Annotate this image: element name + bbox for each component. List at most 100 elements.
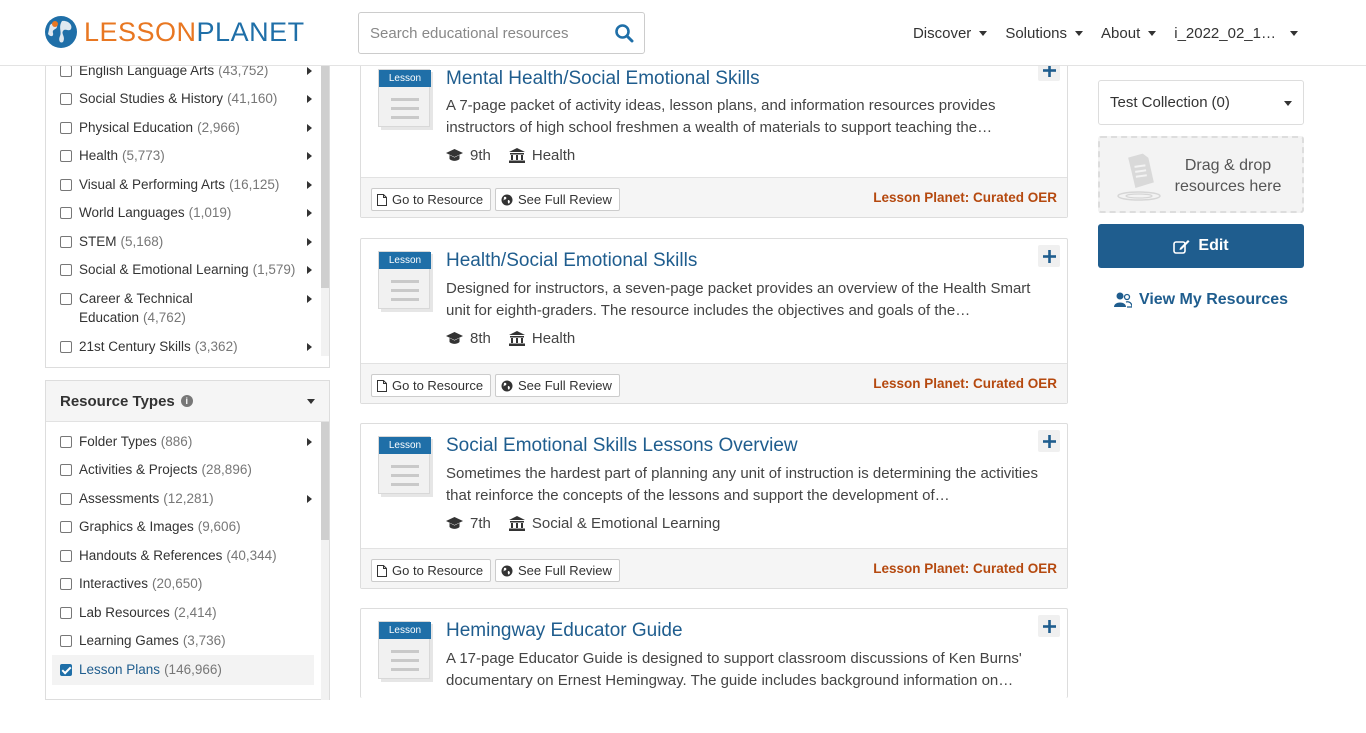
caret-right-icon[interactable]: [307, 181, 312, 189]
go-to-resource-button[interactable]: Go to Resource: [371, 188, 492, 211]
nav-user-menu[interactable]: i_2022_02_1…: [1174, 25, 1298, 42]
checkbox[interactable]: [60, 150, 72, 162]
search-input[interactable]: [359, 13, 604, 53]
resource-type-item[interactable]: Learning Games (3,736): [60, 633, 312, 648]
caret-right-icon[interactable]: [307, 343, 312, 351]
caret-right-icon[interactable]: [307, 438, 312, 446]
see-full-review-button[interactable]: See Full Review: [495, 188, 620, 211]
collection-selector[interactable]: Test Collection (0): [1098, 80, 1304, 125]
main-nav: Discover Solutions About i_2022_02_1…: [895, 0, 1298, 66]
add-to-collection-button[interactable]: [1038, 245, 1060, 267]
resource-types-header[interactable]: Resource Types i: [46, 381, 329, 422]
go-to-resource-button[interactable]: Go to Resource: [371, 559, 492, 582]
resource-type-item[interactable]: Folder Types (886): [60, 434, 312, 449]
checkbox[interactable]: [60, 578, 72, 590]
subject-scrollbar[interactable]: [321, 56, 329, 356]
resource-thumbnail[interactable]: Lesson: [378, 621, 431, 679]
add-to-collection-button[interactable]: [1038, 615, 1060, 637]
resource-title[interactable]: Hemingway Educator Guide: [446, 620, 683, 642]
caret-right-icon[interactable]: [307, 152, 312, 160]
checkbox[interactable]: [60, 179, 72, 191]
subject-meta: Social & Emotional Learning: [508, 515, 720, 532]
subject-item[interactable]: 21st Century Skills (3,362): [60, 339, 312, 354]
lesson-planet-logo[interactable]: LESSONPLANET: [44, 14, 305, 50]
checkbox[interactable]: [60, 65, 72, 77]
checkbox[interactable]: [60, 464, 72, 476]
checkbox[interactable]: [60, 493, 72, 505]
view-my-resources-link[interactable]: View My Resources: [1098, 291, 1304, 309]
drop-zone[interactable]: Drag & drop resources here: [1098, 136, 1304, 213]
add-to-collection-button[interactable]: [1038, 430, 1060, 452]
resource-types-scrollbar[interactable]: [321, 422, 329, 700]
resource-type-item[interactable]: Interactives (20,650): [60, 576, 312, 591]
info-icon[interactable]: i: [180, 395, 193, 407]
checkbox[interactable]: [60, 122, 72, 134]
resource-type-item[interactable]: Handouts & References (40,344): [60, 548, 312, 563]
checkbox[interactable]: [60, 341, 72, 353]
document-icon: Lesson: [378, 251, 431, 309]
subject-item[interactable]: Physical Education (2,966): [60, 120, 312, 135]
curated-oer-label[interactable]: Lesson Planet: Curated OER: [873, 376, 1057, 391]
subject-item[interactable]: STEM (5,168): [60, 234, 312, 249]
resource-type-item[interactable]: Graphics & Images (9,606): [60, 519, 312, 534]
checkbox[interactable]: [60, 550, 72, 562]
go-to-resource-button[interactable]: Go to Resource: [371, 374, 492, 397]
caret-right-icon[interactable]: [307, 95, 312, 103]
card-footer: Go to Resource See Full Review Lesson Pl…: [361, 363, 1067, 403]
caret-right-icon[interactable]: [307, 295, 312, 303]
resource-type-item-selected[interactable]: Lesson Plans (146,966): [52, 655, 314, 685]
curated-oer-label[interactable]: Lesson Planet: Curated OER: [873, 190, 1057, 205]
checkbox[interactable]: [60, 264, 72, 276]
checkbox[interactable]: [60, 207, 72, 219]
see-full-review-label: See Full Review: [518, 378, 612, 393]
resource-thumbnail[interactable]: Lesson: [378, 436, 431, 494]
checkbox[interactable]: [60, 236, 72, 248]
caret-right-icon[interactable]: [307, 266, 312, 274]
resource-title[interactable]: Social Emotional Skills Lessons Overview: [446, 435, 798, 457]
curated-oer-label[interactable]: Lesson Planet: Curated OER: [873, 561, 1057, 576]
resource-title[interactable]: Mental Health/Social Emotional Skills: [446, 68, 760, 90]
caret-right-icon[interactable]: [307, 495, 312, 503]
subject-item[interactable]: Visual & Performing Arts (16,125): [60, 177, 312, 192]
checkbox[interactable]: [60, 521, 72, 533]
subject-count: (3,362): [194, 339, 238, 354]
nav-about[interactable]: About: [1101, 25, 1157, 42]
resource-title[interactable]: Health/Social Emotional Skills: [446, 250, 697, 272]
checkbox[interactable]: [60, 293, 72, 305]
checkbox[interactable]: [60, 436, 72, 448]
subject-item[interactable]: Social & Emotional Learning (1,579): [60, 262, 312, 277]
subject-scrollbar-thumb[interactable]: [321, 56, 329, 288]
search-button[interactable]: [604, 13, 644, 53]
resource-thumbnail[interactable]: Lesson: [378, 251, 431, 309]
edit-collection-button[interactable]: Edit: [1098, 224, 1304, 268]
subject-item[interactable]: World Languages (1,019): [60, 205, 312, 220]
caret-right-icon[interactable]: [307, 238, 312, 246]
file-icon: [377, 379, 387, 392]
subject-count: (2,966): [197, 120, 240, 135]
checkbox-checked[interactable]: [60, 664, 72, 676]
resource-thumbnail[interactable]: Lesson: [378, 69, 431, 127]
subject-item[interactable]: Career & Technical Education (4,762): [60, 291, 312, 327]
file-icon: [377, 193, 387, 206]
resource-types-scrollbar-thumb[interactable]: [321, 422, 329, 540]
resource-type-item[interactable]: Activities & Projects (28,896): [60, 462, 312, 477]
graduation-cap-icon: [446, 149, 463, 161]
resource-type-item[interactable]: Lab Resources (2,414): [60, 605, 312, 620]
see-full-review-button[interactable]: See Full Review: [495, 559, 620, 582]
checkbox[interactable]: [60, 607, 72, 619]
subject-meta: Health: [508, 147, 575, 164]
resource-description: A 7-page packet of activity ideas, lesso…: [446, 97, 996, 136]
caret-right-icon[interactable]: [307, 67, 312, 75]
caret-right-icon[interactable]: [307, 124, 312, 132]
resource-type-label: Folder Types: [79, 434, 157, 449]
subject-item[interactable]: Social Studies & History (41,160): [60, 91, 312, 106]
chevron-down-icon[interactable]: [307, 399, 315, 404]
checkbox[interactable]: [60, 93, 72, 105]
resource-type-item[interactable]: Assessments (12,281): [60, 491, 312, 506]
caret-right-icon[interactable]: [307, 209, 312, 217]
nav-solutions[interactable]: Solutions: [1005, 25, 1084, 42]
see-full-review-button[interactable]: See Full Review: [495, 374, 620, 397]
nav-discover[interactable]: Discover: [913, 25, 988, 42]
subject-item[interactable]: Health (5,773): [60, 148, 312, 163]
checkbox[interactable]: [60, 635, 72, 647]
